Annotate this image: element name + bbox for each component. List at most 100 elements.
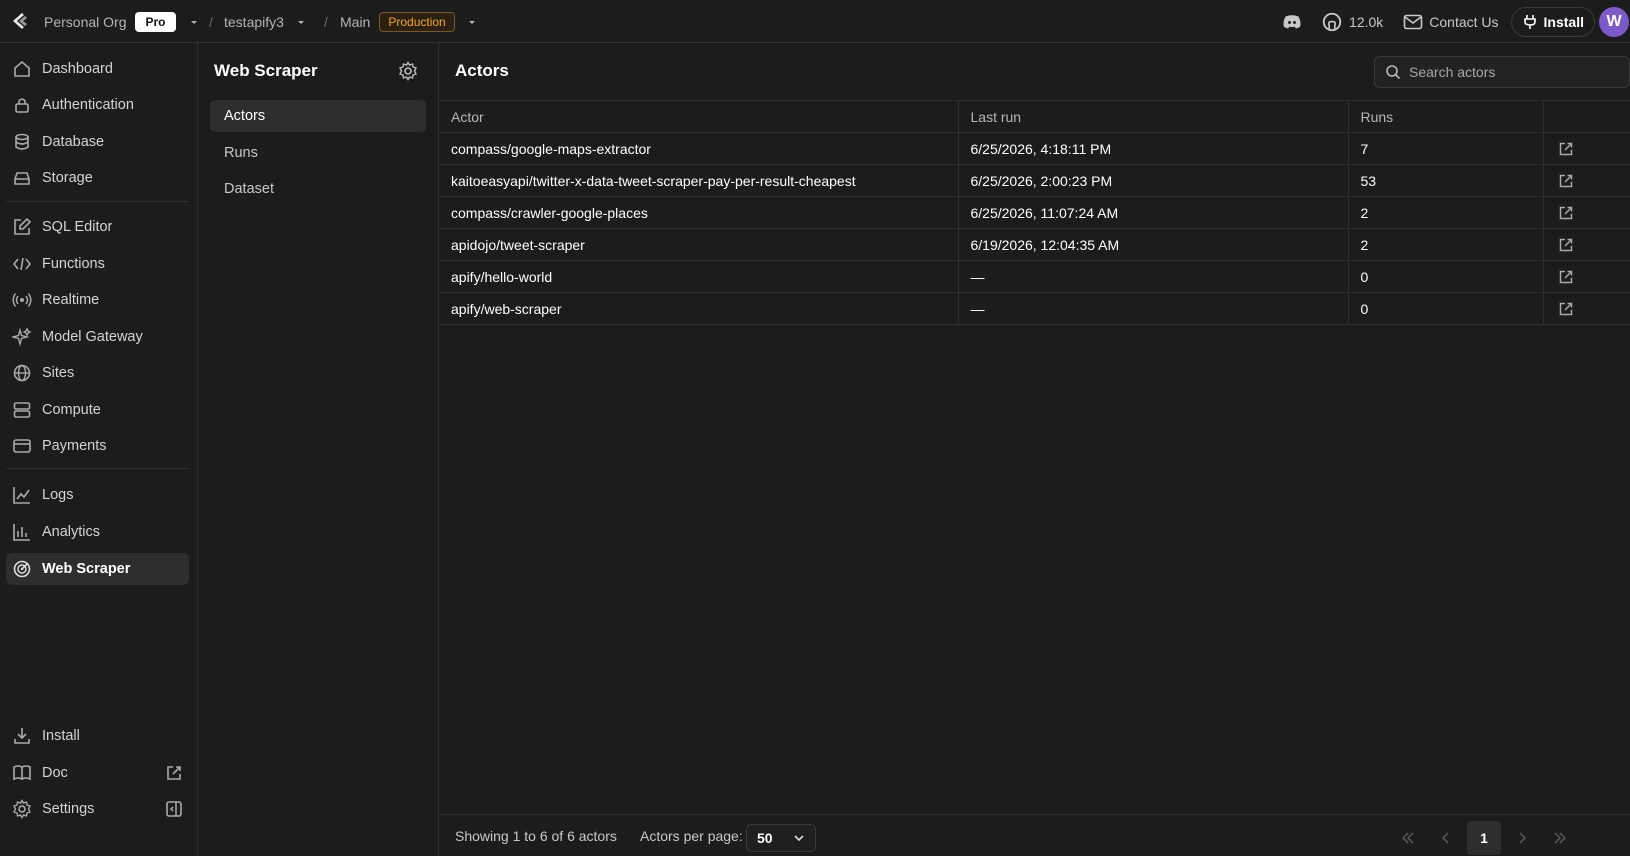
previous-page-button[interactable] — [1427, 821, 1465, 855]
install-button[interactable]: Install — [1510, 6, 1595, 37]
sidebar-item-label: SQL Editor — [42, 219, 113, 235]
discord-icon[interactable] — [1281, 11, 1303, 33]
table-row[interactable]: apify/web-scraper — 0 — [439, 292, 1630, 325]
sidebar-item-label: Model Gateway — [42, 329, 143, 345]
org-switcher[interactable]: Personal Org Pro — [44, 0, 199, 43]
install-label: Install — [1543, 13, 1584, 30]
project-name: testapify3 — [224, 13, 284, 30]
sidebar-item-storage[interactable]: Storage — [6, 162, 189, 194]
server-icon — [13, 402, 31, 418]
edit-icon — [14, 217, 32, 235]
chevron-down-icon — [468, 20, 475, 24]
sidebar-item-dashboard[interactable]: Dashboard — [6, 53, 189, 85]
book-icon — [13, 765, 31, 781]
sidebar-item-database[interactable]: Database — [6, 126, 189, 158]
chevron-down-icon — [794, 835, 804, 842]
table-footer: Showing 1 to 6 of 6 actors Actors per pa… — [439, 814, 1630, 856]
external-link-icon[interactable] — [1558, 301, 1574, 317]
table-row[interactable]: compass/crawler-google-places 6/25/2026,… — [439, 196, 1630, 229]
sidebar-item-label: Authentication — [42, 97, 134, 113]
search-box[interactable] — [1374, 56, 1630, 88]
chart-line-icon — [13, 487, 30, 504]
avatar[interactable]: W — [1599, 6, 1629, 37]
actor-name: kaitoeasyapi/twitter-x-data-tweet-scrape… — [439, 164, 959, 197]
sidebar-item-install[interactable]: Install — [6, 720, 189, 752]
sidebar-item-logs[interactable]: Logs — [6, 479, 189, 511]
sidebar-divider — [6, 468, 189, 469]
first-page-button[interactable] — [1389, 821, 1427, 855]
sidebar: Dashboard Authentication Database Storag… — [0, 43, 198, 856]
sidebar-divider — [6, 201, 189, 202]
subnav-actors[interactable]: Actors — [210, 100, 426, 132]
collapse-sidebar-icon[interactable] — [165, 800, 183, 818]
sidebar-item-label: Functions — [42, 256, 105, 272]
chevron-down-icon — [297, 20, 304, 24]
radar-icon — [13, 560, 31, 578]
per-page-select[interactable]: 50 — [746, 824, 816, 852]
code-icon — [12, 257, 32, 271]
sidebar-item-settings[interactable]: Settings — [6, 793, 189, 825]
github-icon — [1322, 12, 1342, 31]
globe-icon — [13, 364, 31, 382]
sidebar-item-label: Compute — [42, 402, 101, 418]
branch-switcher[interactable]: Main Production — [340, 0, 477, 43]
external-link-icon[interactable] — [1558, 173, 1574, 189]
lock-icon — [15, 98, 29, 113]
sidebar-item-model-gateway[interactable]: Model Gateway — [6, 321, 189, 353]
pagination-summary: Showing 1 to 6 of 6 actors — [455, 827, 617, 844]
sidebar-item-label: Install — [42, 728, 80, 744]
sidebar-item-label: Database — [42, 134, 105, 150]
contact-us-label: Contact Us — [1429, 13, 1499, 30]
last-run: 6/25/2026, 4:18:11 PM — [958, 132, 1349, 165]
sidebar-item-sql-editor[interactable]: SQL Editor — [6, 211, 189, 243]
external-link-icon[interactable] — [1558, 141, 1574, 157]
per-page-label: Actors per page: — [640, 827, 743, 844]
sidebar-item-compute[interactable]: Compute — [6, 394, 189, 426]
sidebar-item-doc[interactable]: Doc — [6, 757, 189, 789]
sidebar-item-label: Doc — [42, 765, 68, 781]
logo-icon[interactable] — [10, 11, 30, 31]
github-link[interactable]: 12.0k — [1321, 11, 1383, 33]
sidebar-item-label: Payments — [42, 438, 107, 454]
sidebar-item-realtime[interactable]: Realtime — [6, 284, 189, 316]
last-page-button[interactable] — [1541, 821, 1579, 855]
sparkles-icon — [12, 327, 32, 347]
table-row[interactable]: apidojo/tweet-scraper 6/19/2026, 12:04:3… — [439, 228, 1630, 261]
search-input[interactable] — [1409, 64, 1609, 80]
table-row[interactable]: compass/google-maps-extractor 6/25/2026,… — [439, 132, 1630, 165]
main-content: Actors Actor Last run Runs compass/googl… — [439, 43, 1630, 856]
panel-title: Web Scraper — [214, 61, 318, 80]
org-name: Personal Org — [44, 13, 127, 30]
page-number-button[interactable]: 1 — [1467, 821, 1501, 855]
gear-icon[interactable] — [398, 61, 418, 81]
run-count: 2 — [1348, 228, 1544, 261]
run-count: 7 — [1348, 132, 1544, 165]
download-icon — [14, 728, 30, 744]
actor-name: apidojo/tweet-scraper — [439, 228, 959, 261]
table-row[interactable]: apify/hello-world — 0 — [439, 260, 1630, 293]
sidebar-item-functions[interactable]: Functions — [6, 248, 189, 280]
branch-name: Main — [340, 13, 371, 30]
sidebar-item-analytics[interactable]: Analytics — [6, 516, 189, 548]
contact-us-link[interactable]: Contact Us — [1403, 13, 1499, 30]
external-link-icon[interactable] — [1558, 269, 1574, 285]
per-page-value: 50 — [757, 830, 773, 846]
actor-name: compass/google-maps-extractor — [439, 132, 959, 165]
external-link-icon[interactable] — [1558, 205, 1574, 221]
table-row[interactable]: kaitoeasyapi/twitter-x-data-tweet-scrape… — [439, 164, 1630, 197]
next-page-button[interactable] — [1503, 821, 1541, 855]
sidebar-item-web-scraper[interactable]: Web Scraper — [6, 553, 189, 585]
external-link-icon[interactable] — [1558, 237, 1574, 253]
radio-icon — [12, 293, 32, 307]
chevrons-left-icon — [1401, 832, 1414, 844]
sidebar-item-authentication[interactable]: Authentication — [6, 89, 189, 121]
sidebar-item-payments[interactable]: Payments — [6, 430, 189, 462]
sidebar-item-label: Web Scraper — [42, 561, 131, 577]
last-run: 6/19/2026, 12:04:35 AM — [958, 228, 1349, 261]
sidebar-item-sites[interactable]: Sites — [6, 357, 189, 389]
last-run: 6/25/2026, 2:00:23 PM — [958, 164, 1349, 197]
project-switcher[interactable]: testapify3 — [224, 0, 306, 43]
subnav-dataset[interactable]: Dataset — [210, 173, 426, 205]
database-icon — [15, 133, 29, 150]
subnav-runs[interactable]: Runs — [210, 137, 426, 169]
